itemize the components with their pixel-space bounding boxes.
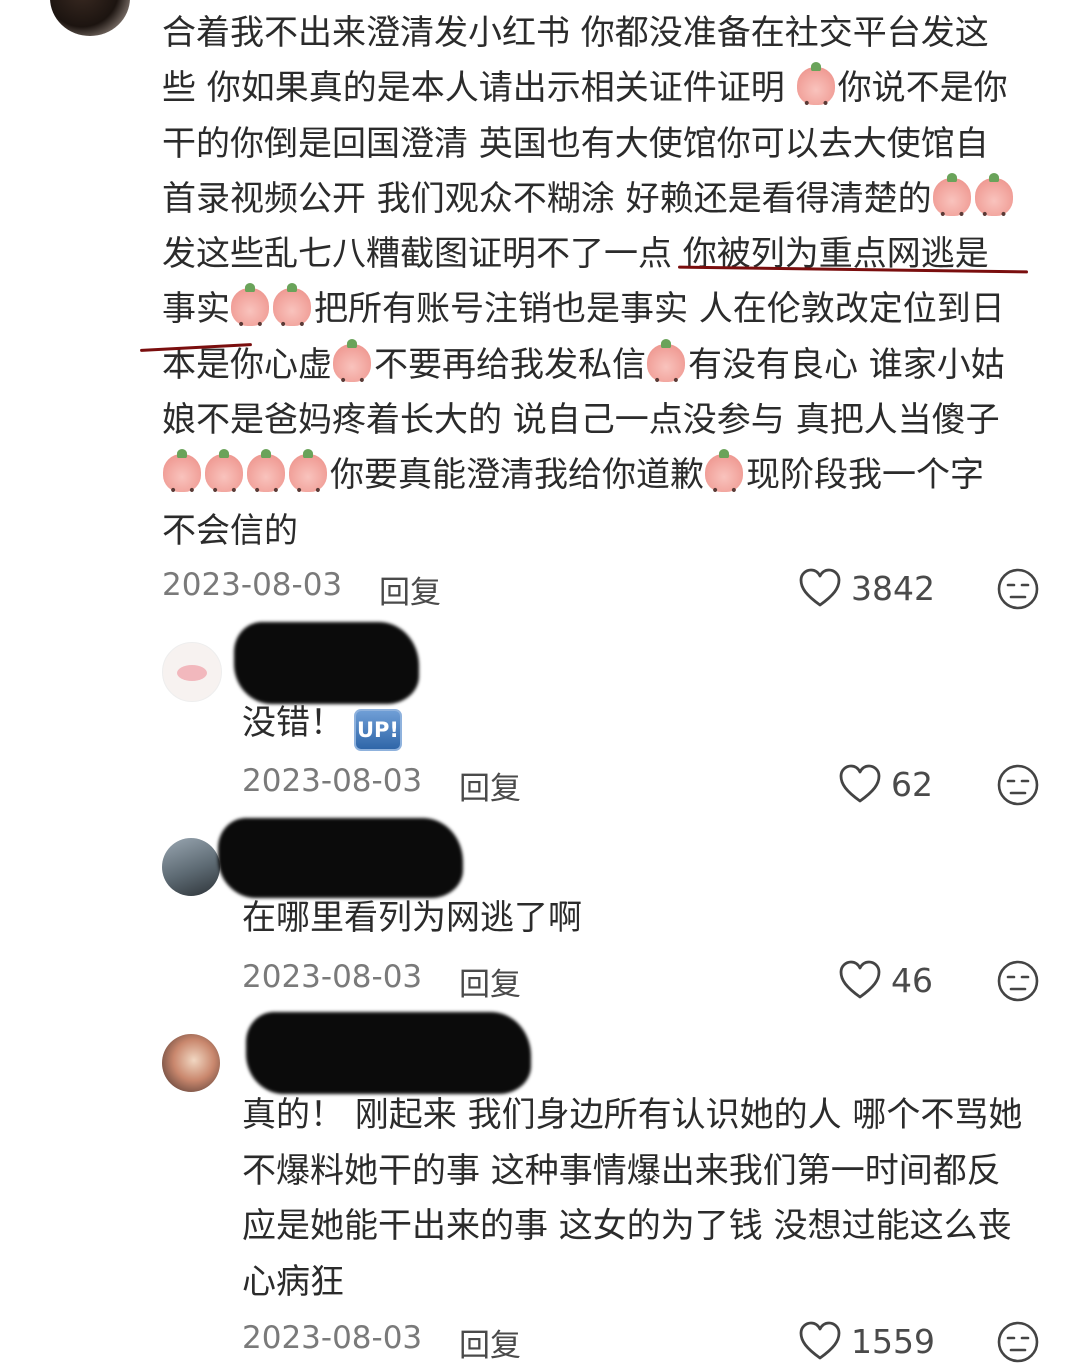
reply-text: 没错！ UP! <box>242 696 402 752</box>
peach-smile-emoji <box>932 172 971 243</box>
peach-smile-emoji <box>974 172 1013 243</box>
comment-line: 些 你如果真的是本人请出示相关证件证明 你说不是你 <box>162 61 1042 133</box>
unhappy-face-icon[interactable] <box>996 763 1040 807</box>
reply-text: 真的！ 刚起来 我们身边所有认识她的人 哪个不骂她 不爆料她干的事 这种事情爆出… <box>242 1095 1023 1302</box>
redacted-username <box>246 1012 531 1094</box>
comment-line: 你要真能澄清我给你道歉现阶段我一个字 <box>162 448 1042 520</box>
peach-smile-emoji <box>333 338 371 409</box>
reply-button[interactable]: 回复 <box>379 567 441 612</box>
peach-smile-emoji <box>205 449 243 520</box>
peach-smile-emoji <box>705 449 743 520</box>
comment-line: 事实把所有账号注销也是事实 人在伦敦改定位到日 <box>162 282 1042 354</box>
comment-line: 首录视频公开 我们观众不糊涂 好赖还是看得清楚的 <box>162 172 1042 243</box>
main-comment-text: 合着我不出来澄清发小红书 你都没准备在社交平台发这 些 你如果真的是本人请出示相… <box>162 6 1042 559</box>
reply-button[interactable]: 回复 <box>459 1320 521 1365</box>
like-count: 62 <box>891 765 933 804</box>
reply-button[interactable]: 回复 <box>459 763 521 808</box>
comment-date: 2023-08-03 <box>162 567 343 603</box>
heart-outline-icon[interactable] <box>798 1321 842 1361</box>
peach-smile-emoji <box>647 338 685 409</box>
heart-outline-icon[interactable] <box>838 764 882 804</box>
reply-button[interactable]: 回复 <box>459 959 521 1004</box>
comment-line: 发这些乱七八糟截图证明不了一点 你被列为重点网逃是 <box>162 234 989 275</box>
redacted-username <box>234 622 419 704</box>
heart-outline-icon[interactable] <box>838 960 882 1000</box>
underlined-phrase: 事实 <box>162 289 230 330</box>
comment-line: 干的你倒是回国澄清 英国也有大使馆你可以去大使馆自 <box>162 123 989 164</box>
peach-smile-emoji <box>289 449 327 520</box>
unhappy-face-icon[interactable] <box>996 959 1040 1003</box>
reply-avatar[interactable] <box>162 1034 220 1092</box>
peach-smile-emoji <box>247 449 285 520</box>
peach-smile-emoji <box>231 283 269 354</box>
reply-avatar[interactable] <box>162 838 220 896</box>
heart-outline-icon[interactable] <box>798 568 842 608</box>
reply-text: 在哪里看列为网逃了啊 <box>242 898 582 938</box>
reply-date: 2023-08-03 <box>242 763 423 799</box>
peach-smile-emoji <box>273 283 311 354</box>
up-badge: UP! <box>354 709 402 751</box>
like-count: 46 <box>891 961 933 1000</box>
reply-date: 2023-08-03 <box>242 1320 423 1356</box>
like-count: 1559 <box>851 1322 935 1361</box>
like-count: 3842 <box>851 569 935 608</box>
reply-avatar[interactable] <box>162 642 222 702</box>
peach-smile-emoji <box>796 62 835 133</box>
comment-line: 娘不是爸妈疼着长大的 说自己一点没参与 真把人当傻子 <box>162 400 1000 441</box>
comment-line: 不会信的 <box>162 510 298 551</box>
reply-date: 2023-08-03 <box>242 959 423 995</box>
commenter-avatar[interactable] <box>50 0 130 36</box>
unhappy-face-icon[interactable] <box>996 567 1040 611</box>
comment-line: 合着我不出来澄清发小红书 你都没准备在社交平台发这 <box>162 13 989 53</box>
redacted-username <box>218 818 463 898</box>
peach-smile-emoji <box>163 449 201 520</box>
unhappy-face-icon[interactable] <box>996 1320 1040 1364</box>
